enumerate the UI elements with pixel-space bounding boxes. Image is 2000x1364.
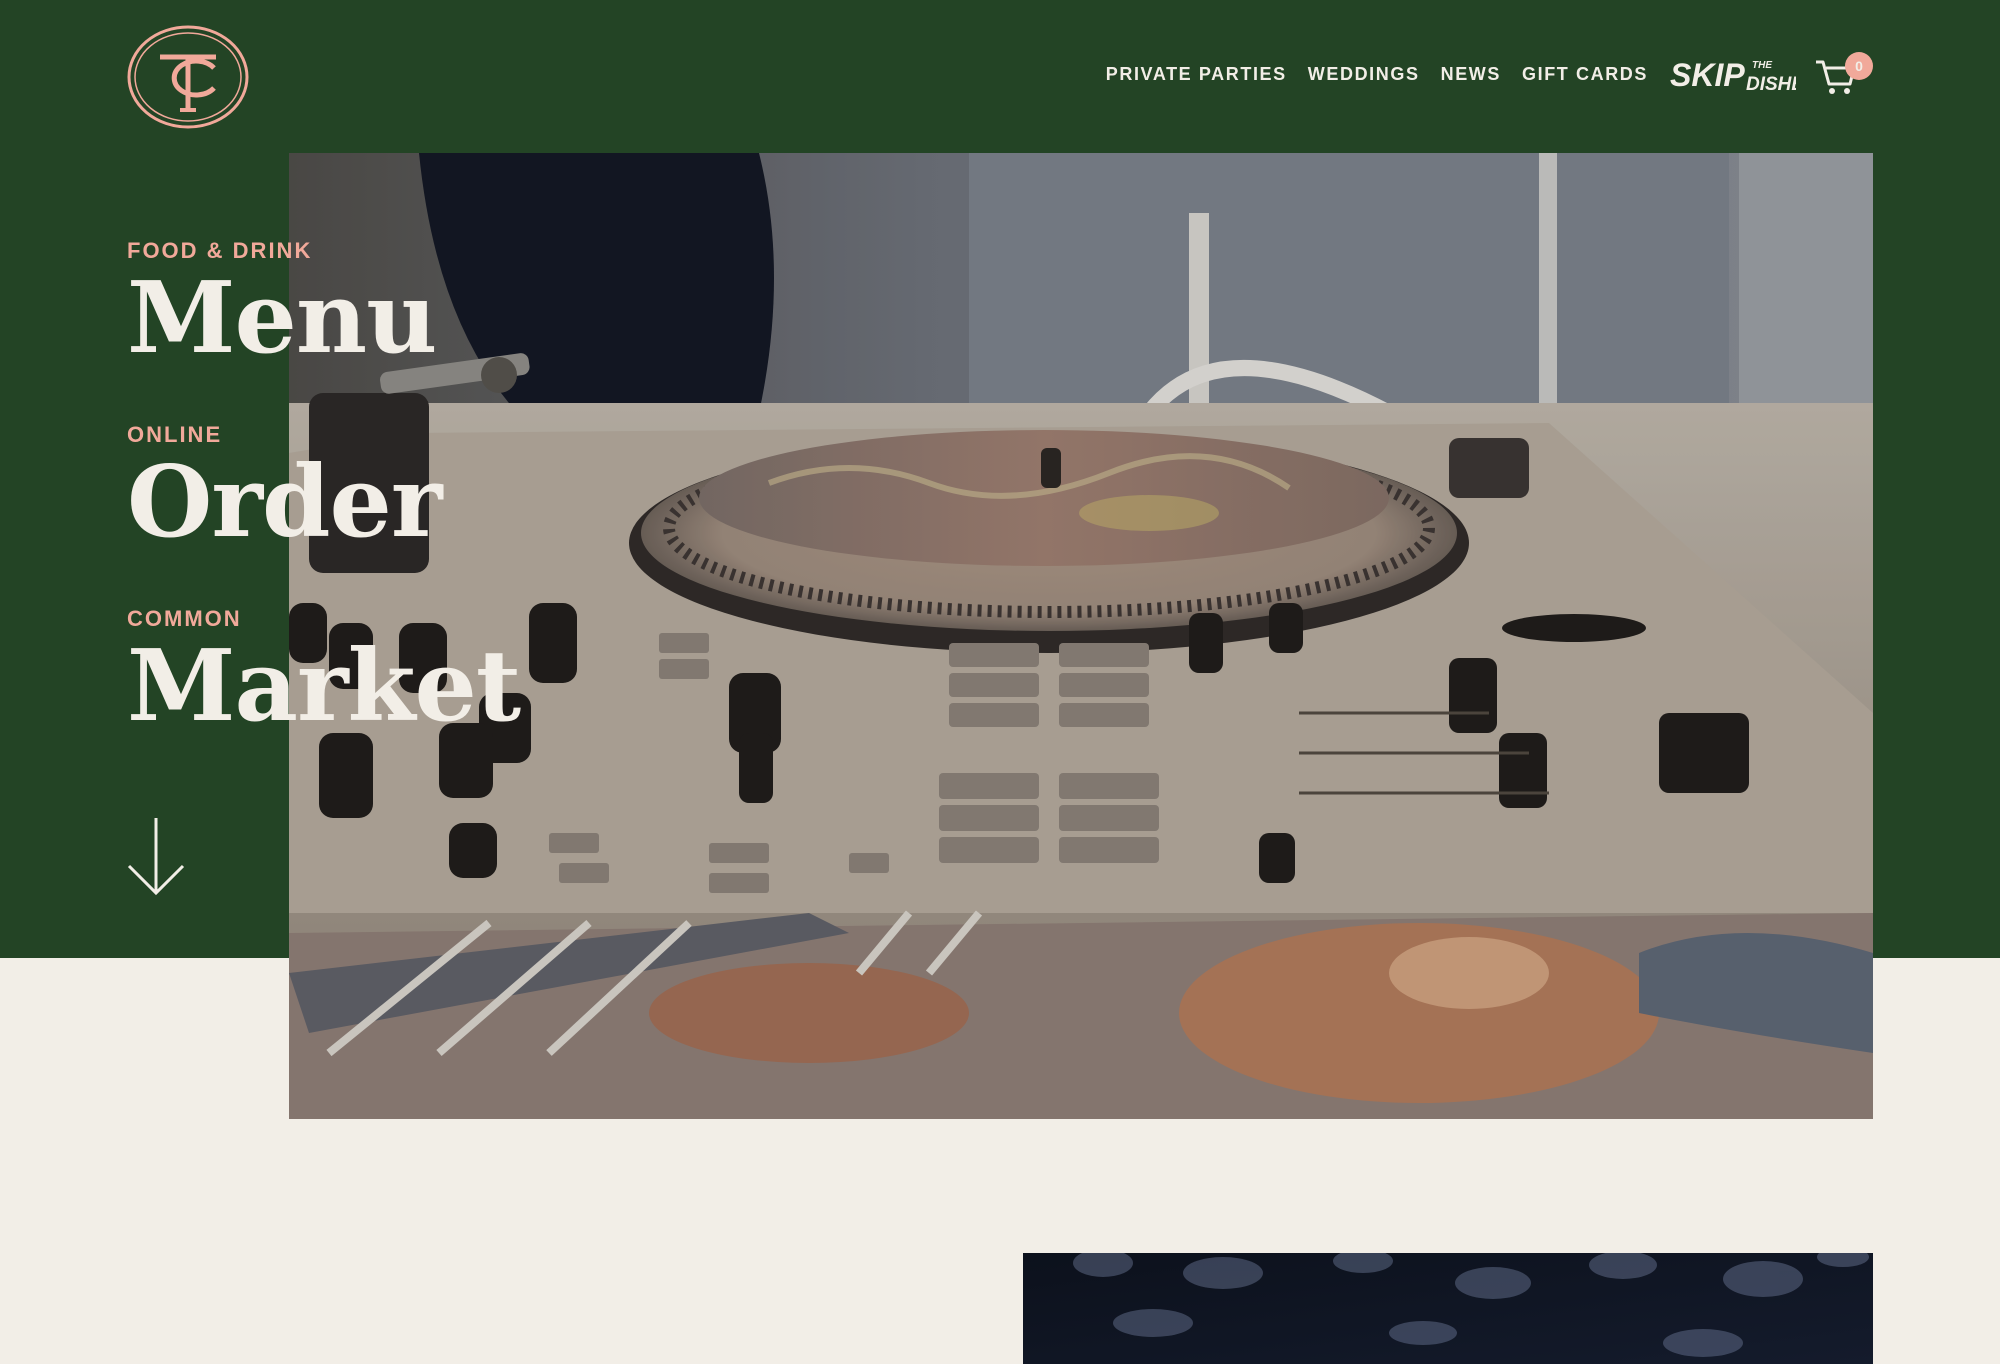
hero-image bbox=[289, 153, 1873, 1119]
nav-gift-cards[interactable]: GIFT CARDS bbox=[1522, 64, 1648, 85]
cart-count-badge: 0 bbox=[1845, 52, 1873, 80]
market-link[interactable]: Market bbox=[127, 638, 521, 736]
skip-logo-big: SKIP bbox=[1670, 57, 1745, 92]
menu-link[interactable]: Menu bbox=[127, 270, 437, 368]
nav-weddings[interactable]: WEDDINGS bbox=[1308, 64, 1420, 85]
arrow-down-icon[interactable] bbox=[127, 816, 185, 896]
skip-the-dishes-link[interactable]: SKIP THE DISHES bbox=[1670, 56, 1796, 92]
order-link[interactable]: Order bbox=[127, 454, 443, 552]
logo[interactable] bbox=[126, 24, 250, 130]
main-nav: PRIVATE PARTIES WEDDINGS NEWS GIFT CARDS bbox=[1106, 64, 1648, 85]
nav-news[interactable]: NEWS bbox=[1441, 64, 1501, 85]
nav-private-parties[interactable]: PRIVATE PARTIES bbox=[1106, 64, 1287, 85]
skip-logo-small-bottom: DISHES bbox=[1746, 74, 1796, 92]
secondary-image bbox=[1023, 1253, 1873, 1364]
skip-logo-small-top: THE bbox=[1752, 60, 1772, 71]
